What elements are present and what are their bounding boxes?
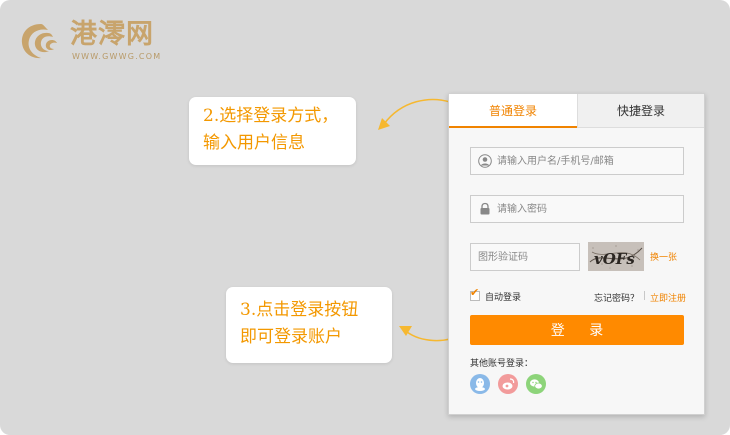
callout-step-3-line-2: 即可登录账户 — [240, 327, 342, 347]
qq-login-button[interactable] — [470, 374, 490, 394]
arrow-step-2-icon — [378, 98, 451, 130]
login-panel: 普通登录 快捷登录 请输入用户名/手机号/邮箱 图形验证码 vOFs 换一张 ✔… — [448, 93, 705, 415]
wechat-login-button[interactable] — [526, 374, 546, 394]
callout-step-2: 2.选择登录方式， 输入用户信息 — [189, 97, 356, 165]
lock-icon — [480, 202, 490, 215]
register-link[interactable]: 立即注册 — [650, 291, 686, 304]
tab-quick-login[interactable]: 快捷登录 — [577, 94, 704, 128]
callout-step-2-line-1: 2.选择登录方式， — [203, 106, 339, 126]
callout-step-2-line-2: 输入用户信息 — [203, 133, 305, 153]
captcha-noise-icon: vOFs — [588, 242, 644, 271]
captcha-input[interactable] — [478, 244, 575, 270]
username-field — [470, 147, 684, 175]
callout-step-3: 3.点击登录按钮 即可登录账户 — [226, 287, 392, 363]
auto-login-label: 自动登录 — [485, 293, 522, 303]
password-field — [470, 195, 684, 223]
tab-normal-login[interactable]: 普通登录 — [449, 94, 577, 128]
captcha-text: vOFs — [594, 250, 635, 268]
weibo-login-button[interactable] — [498, 374, 518, 394]
other-accounts-label: 其他账号登录： — [470, 359, 534, 369]
wechat-icon — [530, 379, 543, 390]
forgot-password-link[interactable]: 忘记密码？ — [594, 291, 639, 304]
login-button[interactable]: 登 录 — [470, 315, 684, 345]
username-input[interactable] — [497, 148, 679, 174]
brand-logo[interactable]: 港澪网 WWW.GWWG.COM — [18, 18, 188, 64]
checkmark-icon: ✔ — [470, 286, 480, 299]
brand-url: WWW.GWWG.COM — [72, 52, 162, 61]
captcha-field — [470, 243, 580, 271]
user-icon — [478, 154, 492, 168]
link-separator: | — [643, 291, 647, 301]
refresh-captcha-link[interactable]: 换一张 — [650, 250, 677, 263]
password-input[interactable] — [497, 196, 679, 222]
screen: 港澪网 WWW.GWWG.COM 2.选择登录方式， 输入用户信息 3.点击登录… — [0, 0, 730, 435]
weibo-icon — [502, 378, 515, 390]
captcha-image[interactable]: vOFs — [588, 242, 644, 271]
brand-name: 港澪网 — [70, 19, 154, 50]
callout-step-3-line-1: 3.点击登录按钮 — [240, 300, 359, 320]
login-tabs: 普通登录 快捷登录 — [449, 94, 704, 128]
logo-mark-icon — [21, 24, 57, 59]
qq-icon — [475, 378, 485, 391]
